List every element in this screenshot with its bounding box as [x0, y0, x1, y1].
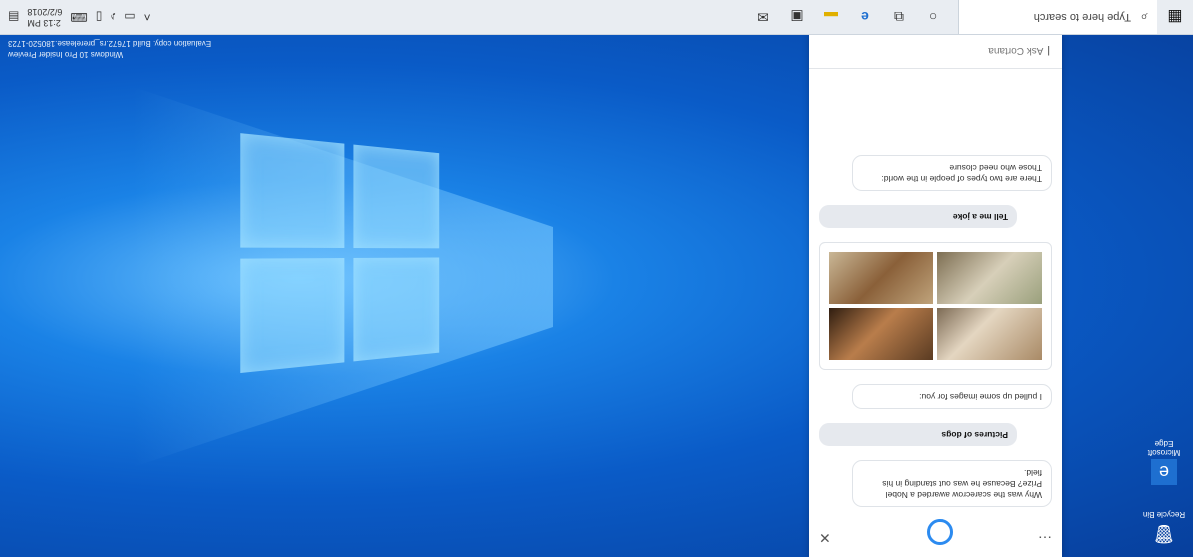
desktop-icon-label: Microsoft Edge [1147, 439, 1181, 457]
screen: 🗑 Recycle Bin e Microsoft Edge Windows 1… [0, 0, 1193, 557]
desktop-icon-edge[interactable]: e Microsoft Edge [1141, 439, 1187, 485]
dog-image[interactable] [829, 252, 934, 304]
mail-icon[interactable]: ✉ [752, 9, 774, 26]
logo-pane [240, 133, 345, 248]
windows-start-icon: ▦ [1167, 8, 1183, 25]
desktop-icon-recycle-bin[interactable]: 🗑 Recycle Bin [1141, 510, 1187, 547]
dog-image[interactable] [829, 308, 934, 360]
windows-logo-wallpaper [238, 131, 440, 374]
cortana-message: I pulled up some images for you: [852, 384, 1052, 409]
user-message: Pictures of dogs [819, 423, 1017, 446]
cortana-panel: ⋯ ✕ Why was the scarecrow awarded a Nobe… [809, 34, 1062, 557]
dog-image[interactable] [937, 308, 1042, 360]
user-message: Tell me a joke [819, 205, 1017, 228]
dog-image[interactable] [937, 252, 1042, 304]
search-placeholder: Type here to search [1033, 11, 1131, 23]
text-cursor: | [1047, 45, 1050, 57]
clock-date: 6/2/2018 [27, 7, 63, 17]
watermark-line: Evaluation copy. Build 17672.rs_prerelea… [8, 39, 212, 48]
file-explorer-icon[interactable]: ▬ [820, 9, 842, 25]
taskbar: ▦ ⌕ Type here to search ○ ⧉ e ▬ ▣ ✉ ˄ ▭ … [0, 0, 1193, 35]
watermark-line: Windows 10 Pro Insider Preview [8, 50, 124, 59]
cortana-ring-icon [927, 519, 953, 545]
action-center-icon[interactable]: ▤ [8, 10, 19, 24]
keyboard-icon[interactable]: ⌨ [70, 10, 87, 24]
volume-icon[interactable]: ♪ [110, 10, 116, 24]
network-icon[interactable]: ▭ [124, 10, 135, 24]
edge-icon: e [1151, 459, 1177, 485]
battery-icon[interactable]: ▯ [96, 10, 103, 24]
logo-pane [353, 144, 440, 249]
clock[interactable]: 2:13 PM 6/2/2018 [27, 6, 62, 28]
cortana-message: Why was the scarecrow awarded a Nobel Pr… [852, 460, 1052, 507]
system-tray: ˄ ▭ ♪ ▯ ⌨ 2:13 PM 6/2/2018 ▤ [0, 6, 151, 28]
cortana-circle-icon[interactable]: ○ [922, 9, 944, 25]
taskbar-search[interactable]: ⌕ Type here to search [958, 0, 1157, 34]
edge-icon[interactable]: e [854, 9, 876, 25]
search-icon: ⌕ [1140, 10, 1148, 25]
ask-cortana-input[interactable]: | Ask Cortana [809, 34, 1062, 69]
clock-time: 2:13 PM [27, 18, 61, 28]
more-options-icon[interactable]: ⋯ [1038, 530, 1052, 547]
logo-pane [353, 257, 440, 362]
start-button[interactable]: ▦ [1157, 0, 1193, 34]
desktop-icon-label: Recycle Bin [1142, 510, 1186, 519]
logo-pane [240, 258, 345, 374]
pinned-apps: ○ ⧉ e ▬ ▣ ✉ [752, 9, 944, 26]
ask-cortana-placeholder: Ask Cortana [988, 45, 1044, 57]
store-icon[interactable]: ▣ [786, 9, 808, 26]
conversation: Why was the scarecrow awarded a Nobel Pr… [819, 141, 1052, 507]
close-icon[interactable]: ✕ [819, 530, 831, 547]
chevron-up-icon[interactable]: ˄ [144, 10, 151, 24]
dog-images-card[interactable] [819, 242, 1052, 370]
evaluation-watermark: Windows 10 Pro Insider Preview Evaluatio… [8, 38, 211, 60]
cortana-message: There are two types of people in the wor… [852, 155, 1052, 191]
recycle-bin-icon: 🗑 [1152, 524, 1176, 545]
task-view-icon[interactable]: ⧉ [888, 9, 910, 26]
